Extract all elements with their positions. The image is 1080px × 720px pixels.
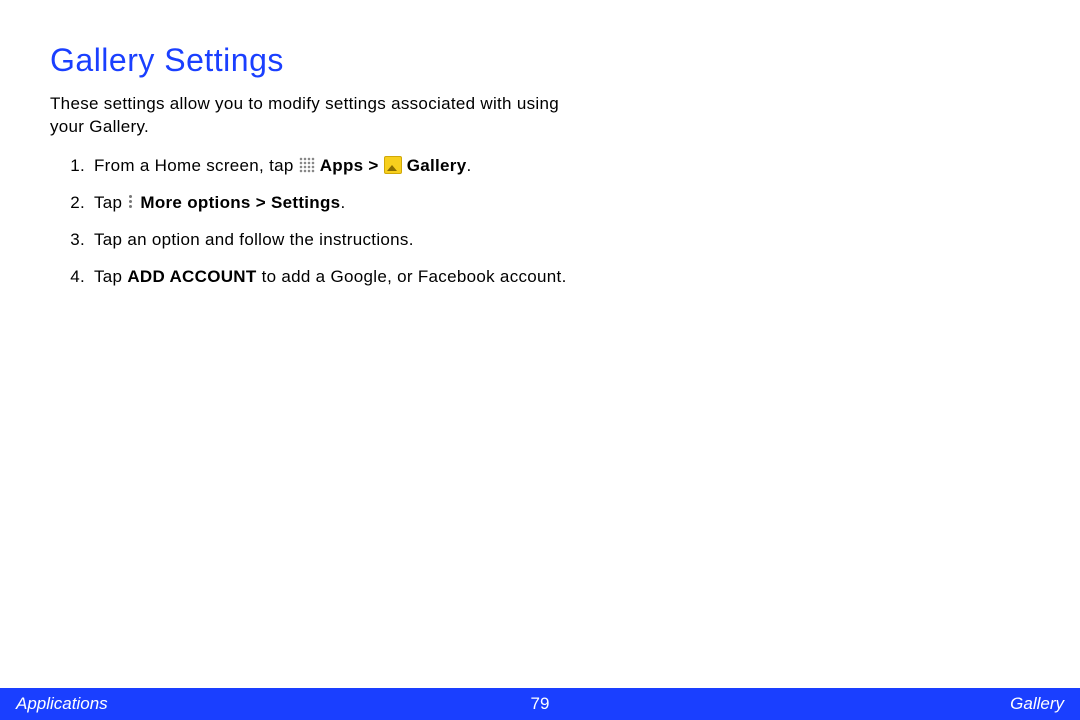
- more-options-label: More options > Settings: [140, 193, 340, 212]
- step-4-pre: Tap: [94, 267, 127, 286]
- gt-1: >: [363, 156, 383, 175]
- gallery-icon: [384, 156, 402, 174]
- step-2: Tap More options > Settings.: [90, 192, 570, 215]
- footer-page-number: 79: [531, 694, 550, 714]
- step-3: Tap an option and follow the instruction…: [90, 229, 570, 252]
- footer-section-label: Applications: [16, 694, 108, 714]
- add-account-label: ADD ACCOUNT: [127, 267, 256, 286]
- step-1-text-pre: From a Home screen, tap: [94, 156, 299, 175]
- page-title: Gallery Settings: [50, 42, 570, 79]
- gallery-label: Gallery: [407, 156, 467, 175]
- steps-list: From a Home screen, tap Apps > Gallery. …: [50, 155, 570, 289]
- content-column: Gallery Settings These settings allow yo…: [0, 0, 620, 289]
- step-4-post: to add a Google, or Facebook account.: [257, 267, 567, 286]
- more-options-icon: [127, 194, 135, 210]
- apps-grid-icon: [299, 157, 315, 173]
- apps-label: Apps: [320, 156, 364, 175]
- step-1-post: .: [466, 156, 471, 175]
- page: Gallery Settings These settings allow yo…: [0, 0, 1080, 720]
- footer-topic-label: Gallery: [1010, 694, 1064, 714]
- step-1: From a Home screen, tap Apps > Gallery.: [90, 155, 570, 178]
- step-2-post: .: [340, 193, 345, 212]
- footer-bar: Applications 79 Gallery: [0, 688, 1080, 720]
- step-2-pre: Tap: [94, 193, 127, 212]
- step-4: Tap ADD ACCOUNT to add a Google, or Face…: [90, 266, 570, 289]
- intro-paragraph: These settings allow you to modify setti…: [50, 93, 570, 139]
